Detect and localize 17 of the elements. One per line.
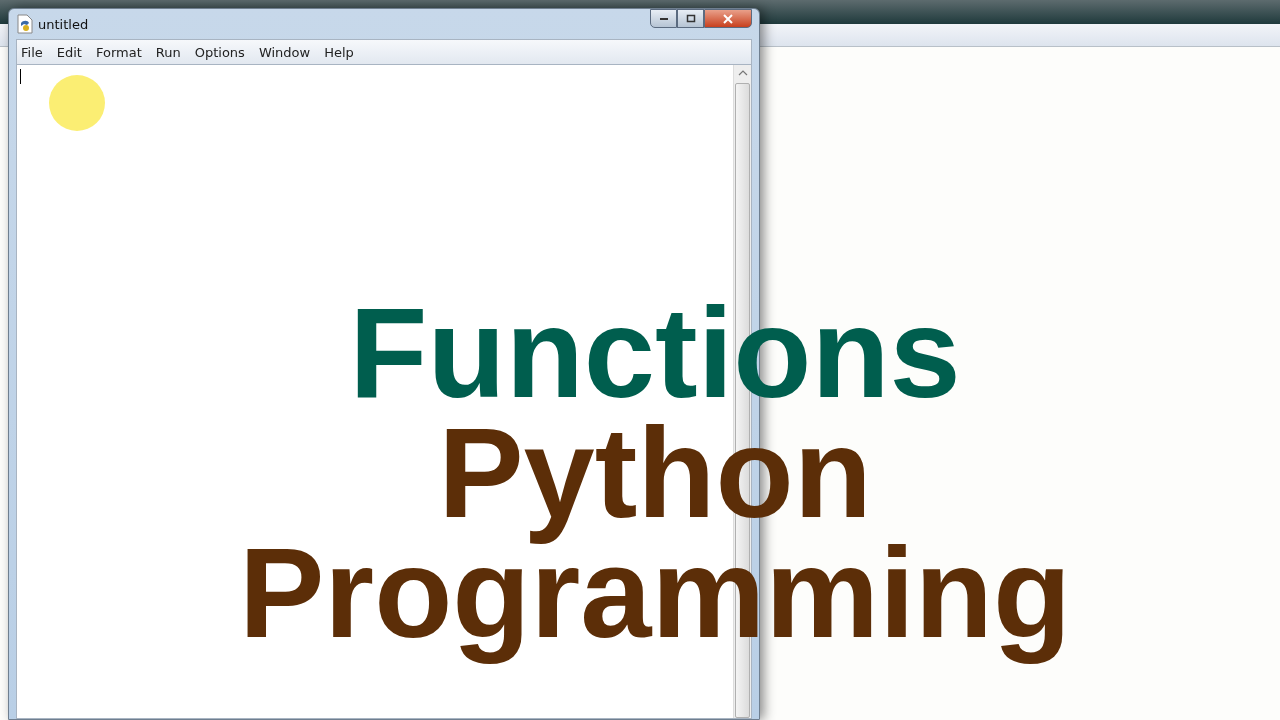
close-button[interactable] (704, 9, 752, 28)
minimize-button[interactable] (650, 9, 677, 28)
menu-item[interactable]: Options (194, 44, 245, 60)
minimize-icon (659, 17, 668, 20)
maximize-button[interactable] (677, 9, 704, 28)
window-title: untitled (38, 16, 90, 32)
menu-item[interactable]: Help (324, 44, 354, 60)
cursor-highlight (49, 75, 105, 131)
maximize-icon (685, 13, 696, 24)
menu-item[interactable]: Window (258, 44, 311, 60)
menu-item[interactable]: Edit (56, 44, 82, 60)
menu-item[interactable]: Run (155, 44, 181, 60)
close-icon (722, 13, 734, 24)
python-file-icon (16, 14, 34, 34)
menu-item[interactable]: File (21, 44, 43, 60)
text-cursor (20, 69, 21, 84)
menu-item[interactable]: Format (95, 44, 142, 60)
